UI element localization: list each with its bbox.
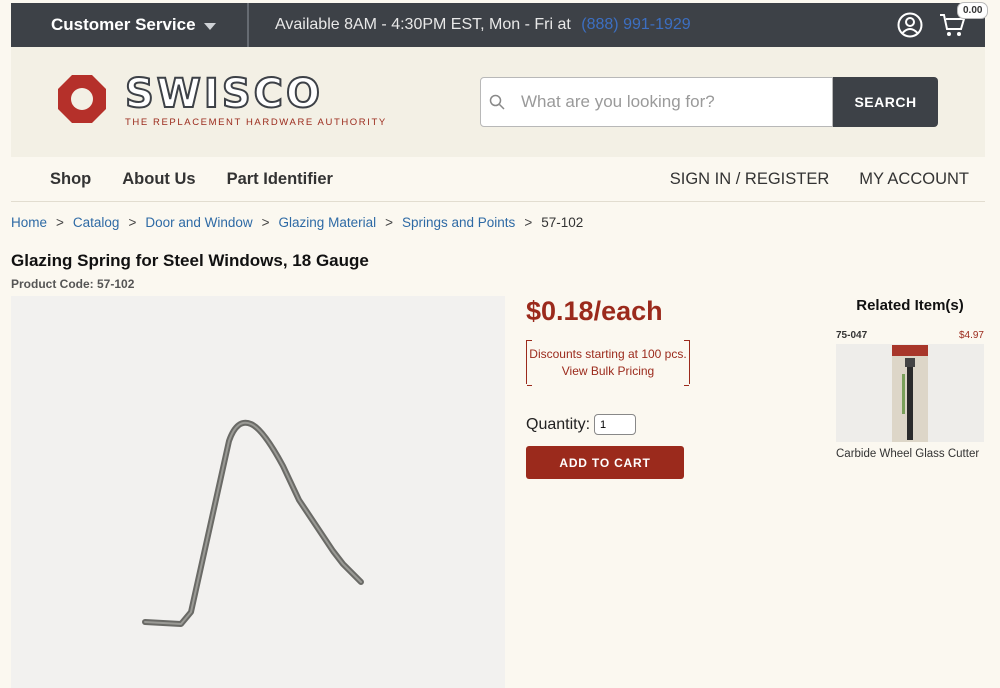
breadcrumb-catalog[interactable]: Catalog — [73, 215, 120, 230]
product-code: Product Code: 57-102 — [11, 277, 135, 291]
related-item-card[interactable]: 75-047 $4.97 Carbide Wheel Glass Cutter — [836, 330, 984, 460]
my-account-link[interactable]: MY ACCOUNT — [859, 170, 969, 189]
main-nav: Shop About Us Part Identifier SIGN IN / … — [11, 157, 985, 202]
nav-about-us[interactable]: About Us — [122, 170, 195, 189]
nav-part-identifier[interactable]: Part Identifier — [227, 170, 333, 189]
related-item-image[interactable] — [836, 344, 984, 442]
search-bar: SEARCH — [480, 77, 938, 127]
related-item-code: 75-047 — [836, 330, 868, 341]
glazing-spring-image — [142, 419, 364, 627]
related-item-name: Carbide Wheel Glass Cutter — [836, 448, 980, 460]
octagon-logo-icon — [58, 75, 106, 123]
logo-tagline: THE REPLACEMENT HARDWARE AUTHORITY — [125, 117, 387, 128]
swisco-logo[interactable]: SWISCO THE REPLACEMENT HARDWARE AUTHORIT… — [57, 71, 387, 128]
account-icon[interactable] — [897, 12, 923, 38]
breadcrumb-current: 57-102 — [541, 215, 584, 230]
nav-shop[interactable]: Shop — [50, 170, 91, 189]
cart-count-badge: 0.00 — [957, 2, 989, 19]
search-icon — [481, 94, 513, 110]
hours-label: Available 8AM - 4:30PM EST, Mon - Fri at — [275, 16, 571, 33]
breadcrumb-separator: > — [128, 215, 137, 230]
breadcrumb-separator: > — [261, 215, 270, 230]
phone-link[interactable]: (888) 991-1929 — [581, 16, 690, 33]
breadcrumb-separator: > — [56, 215, 64, 230]
logo-wordmark: SWISCO — [124, 71, 323, 117]
discount-box: Discounts starting at 100 pcs. View Bulk… — [526, 340, 690, 386]
discount-text: Discounts starting at 100 pcs. — [529, 347, 687, 361]
breadcrumb-door-and-window[interactable]: Door and Window — [145, 215, 252, 230]
breadcrumb-springs-and-points[interactable]: Springs and Points — [402, 215, 515, 230]
breadcrumb-home[interactable]: Home — [11, 215, 47, 230]
breadcrumb-separator: > — [524, 215, 533, 230]
glass-cutter-image — [892, 345, 928, 442]
breadcrumb-glazing-material[interactable]: Glazing Material — [279, 215, 377, 230]
related-item-price: $4.97 — [958, 330, 984, 341]
product-image[interactable] — [11, 296, 505, 688]
view-bulk-pricing-link[interactable]: View Bulk Pricing — [527, 363, 689, 380]
cart-icon[interactable]: 0.00 — [939, 2, 989, 38]
related-items-heading: Related Item(s) — [856, 297, 964, 314]
customer-service-dropdown[interactable]: Customer Service — [11, 3, 249, 47]
sign-in-register-link[interactable]: SIGN IN / REGISTER — [670, 170, 830, 189]
breadcrumb: Home > Catalog > Door and Window > Glazi… — [11, 215, 583, 230]
chevron-down-icon — [203, 22, 216, 30]
add-to-cart-button[interactable]: ADD TO CART — [526, 446, 684, 479]
search-input[interactable] — [513, 78, 832, 126]
search-button[interactable]: SEARCH — [833, 77, 938, 127]
product-title: Glazing Spring for Steel Windows, 18 Gau… — [11, 251, 369, 270]
site-header: SWISCO THE REPLACEMENT HARDWARE AUTHORIT… — [11, 47, 985, 157]
top-bar: Customer Service Available 8AM - 4:30PM … — [11, 2, 989, 47]
product-price: $0.18/each — [526, 296, 663, 326]
hours-text: Available 8AM - 4:30PM EST, Mon - Fri at… — [249, 16, 691, 34]
quantity-row: Quantity: — [526, 414, 637, 435]
customer-service-label: Customer Service — [51, 15, 196, 34]
breadcrumb-separator: > — [385, 215, 393, 230]
quantity-input[interactable] — [594, 414, 637, 435]
quantity-label: Quantity: — [526, 415, 591, 433]
